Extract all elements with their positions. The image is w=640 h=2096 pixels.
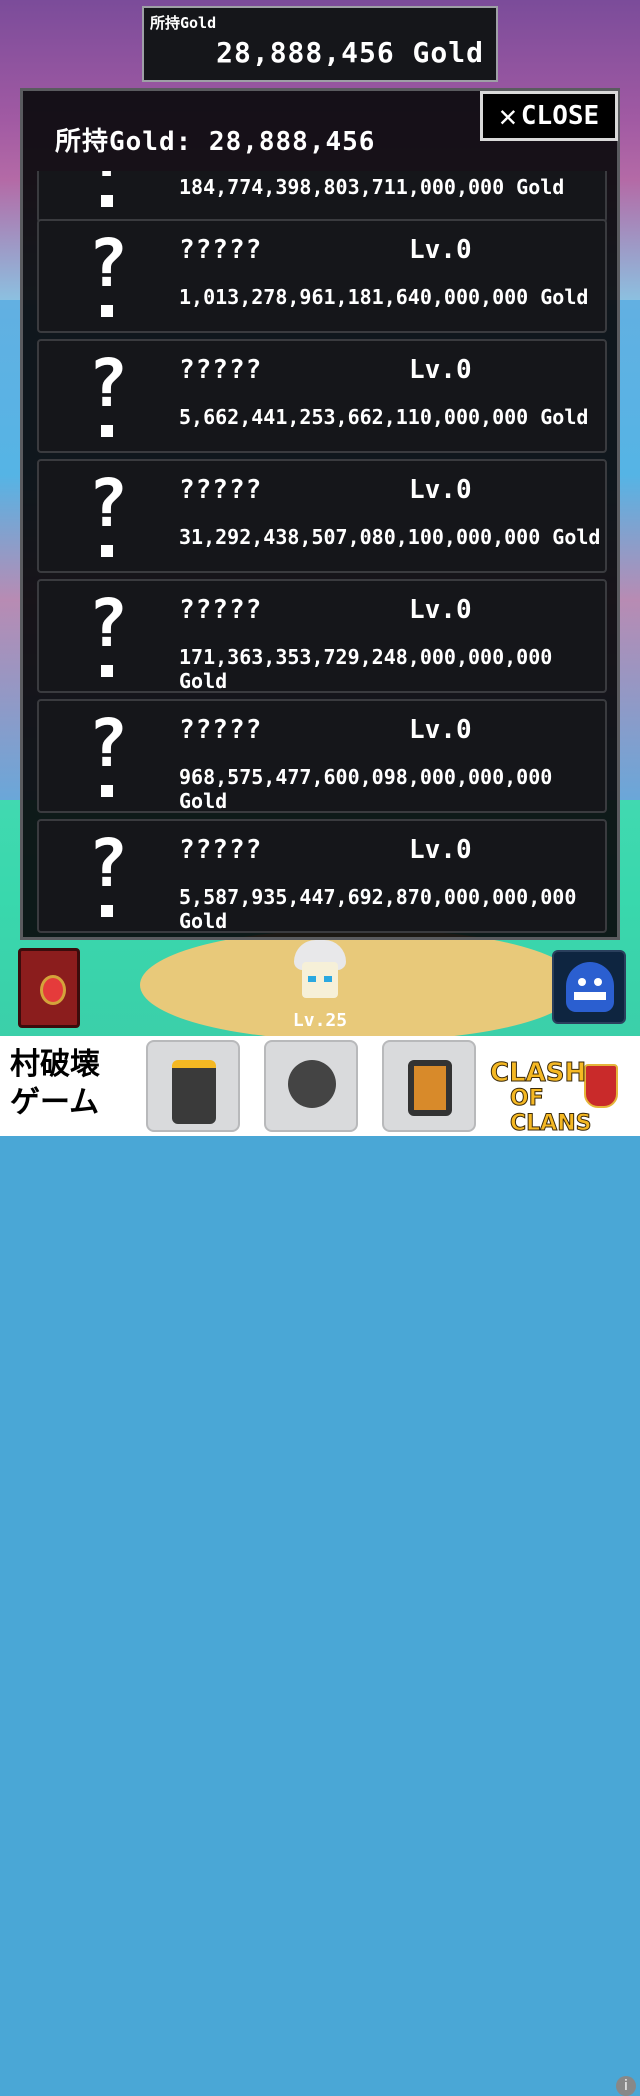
item-level: Lv.0 bbox=[409, 715, 472, 745]
item-name: ????? bbox=[179, 835, 263, 865]
close-icon: ✕ bbox=[498, 98, 517, 134]
gold-counter-label: 所持Gold bbox=[150, 14, 217, 32]
upgrade-panel: 所持Gold: 28,888,456 ✕ CLOSE ? 184,774,398… bbox=[20, 88, 620, 940]
unknown-icon: ? bbox=[83, 471, 133, 561]
item-level: Lv.0 bbox=[409, 355, 472, 385]
unknown-icon: ? bbox=[83, 591, 133, 681]
unknown-icon: ? bbox=[83, 231, 133, 321]
monster-button[interactable] bbox=[552, 950, 626, 1024]
list-item[interactable]: ? ????? Lv.0 968,575,477,600,098,000,000… bbox=[37, 699, 607, 813]
list-item[interactable]: ? ????? Lv.0 1,013,278,961,181,640,000,0… bbox=[37, 219, 607, 333]
clash-of-clans-logo[interactable]: CLASH OF CLANS bbox=[489, 1056, 620, 1137]
unknown-icon: ? bbox=[83, 711, 133, 801]
item-cost: 5,662,441,253,662,110,000,000 Gold bbox=[179, 405, 589, 429]
item-level: Lv.0 bbox=[409, 835, 472, 865]
item-cost: 171,363,353,729,248,000,000,000 Gold bbox=[179, 645, 553, 693]
list-item[interactable]: ? ????? Lv.0 5,662,441,253,662,110,000,0… bbox=[37, 339, 607, 453]
ad-tile-mortar-icon[interactable] bbox=[382, 1040, 476, 1132]
monster-icon bbox=[566, 962, 614, 1012]
item-cost: 5,587,935,447,692,870,000,000,000 Gold bbox=[179, 885, 577, 933]
ad-info-icon[interactable]: i bbox=[616, 2076, 636, 2096]
hero-level: Lv.25 bbox=[292, 1010, 348, 1031]
gold-counter: 所持Gold 28,888,456 Gold bbox=[142, 6, 498, 82]
ad-tile-tower-icon[interactable] bbox=[146, 1040, 240, 1132]
panel-title: 所持Gold: 28,888,456 bbox=[55, 127, 376, 157]
unknown-icon: ? bbox=[83, 831, 133, 921]
item-cost: 1,013,278,961,181,640,000,000 Gold bbox=[179, 285, 589, 309]
ad-text: 村破壊 ゲーム bbox=[10, 1047, 100, 1120]
item-level: Lv.0 bbox=[409, 475, 472, 505]
item-name: ????? bbox=[179, 475, 263, 505]
ad-banner[interactable]: 村破壊 ゲーム CLASH OF CLANS i bbox=[0, 1036, 640, 2096]
item-name: ????? bbox=[179, 355, 263, 385]
close-button-label: CLOSE bbox=[520, 101, 600, 131]
close-button[interactable]: ✕ CLOSE bbox=[480, 91, 618, 141]
list-item[interactable]: ? ????? Lv.0 31,292,438,507,080,100,000,… bbox=[37, 459, 607, 573]
panel-header: 所持Gold: 28,888,456 ✕ CLOSE bbox=[23, 91, 618, 171]
item-name: ????? bbox=[179, 715, 263, 745]
spellbook-button[interactable] bbox=[18, 948, 80, 1028]
item-cost: 31,292,438,507,080,100,000,000 Gold bbox=[179, 525, 601, 549]
book-gem-icon bbox=[40, 975, 66, 1005]
ad-tile-balloon-icon[interactable] bbox=[264, 1040, 358, 1132]
item-cost: 968,575,477,600,098,000,000,000 Gold bbox=[179, 765, 553, 813]
list-item[interactable]: ? ????? Lv.0 5,587,935,447,692,870,000,0… bbox=[37, 819, 607, 933]
upgrade-list[interactable]: ? 184,774,398,803,711,000,000 Gold ? ???… bbox=[37, 171, 607, 937]
gold-counter-value: 28,888,456 Gold bbox=[216, 36, 484, 69]
background-sand bbox=[140, 930, 580, 1040]
unknown-icon: ? bbox=[83, 351, 133, 441]
item-cost: 184,774,398,803,711,000,000 Gold bbox=[179, 175, 565, 199]
item-name: ????? bbox=[179, 595, 263, 625]
list-item[interactable]: ? ????? Lv.0 171,363,353,729,248,000,000… bbox=[37, 579, 607, 693]
list-item[interactable]: ? 184,774,398,803,711,000,000 Gold bbox=[37, 171, 607, 223]
item-level: Lv.0 bbox=[409, 595, 472, 625]
item-name: ????? bbox=[179, 235, 263, 265]
item-level: Lv.0 bbox=[409, 235, 472, 265]
unknown-icon: ? bbox=[83, 171, 133, 211]
hero-avatar[interactable] bbox=[290, 940, 350, 1006]
